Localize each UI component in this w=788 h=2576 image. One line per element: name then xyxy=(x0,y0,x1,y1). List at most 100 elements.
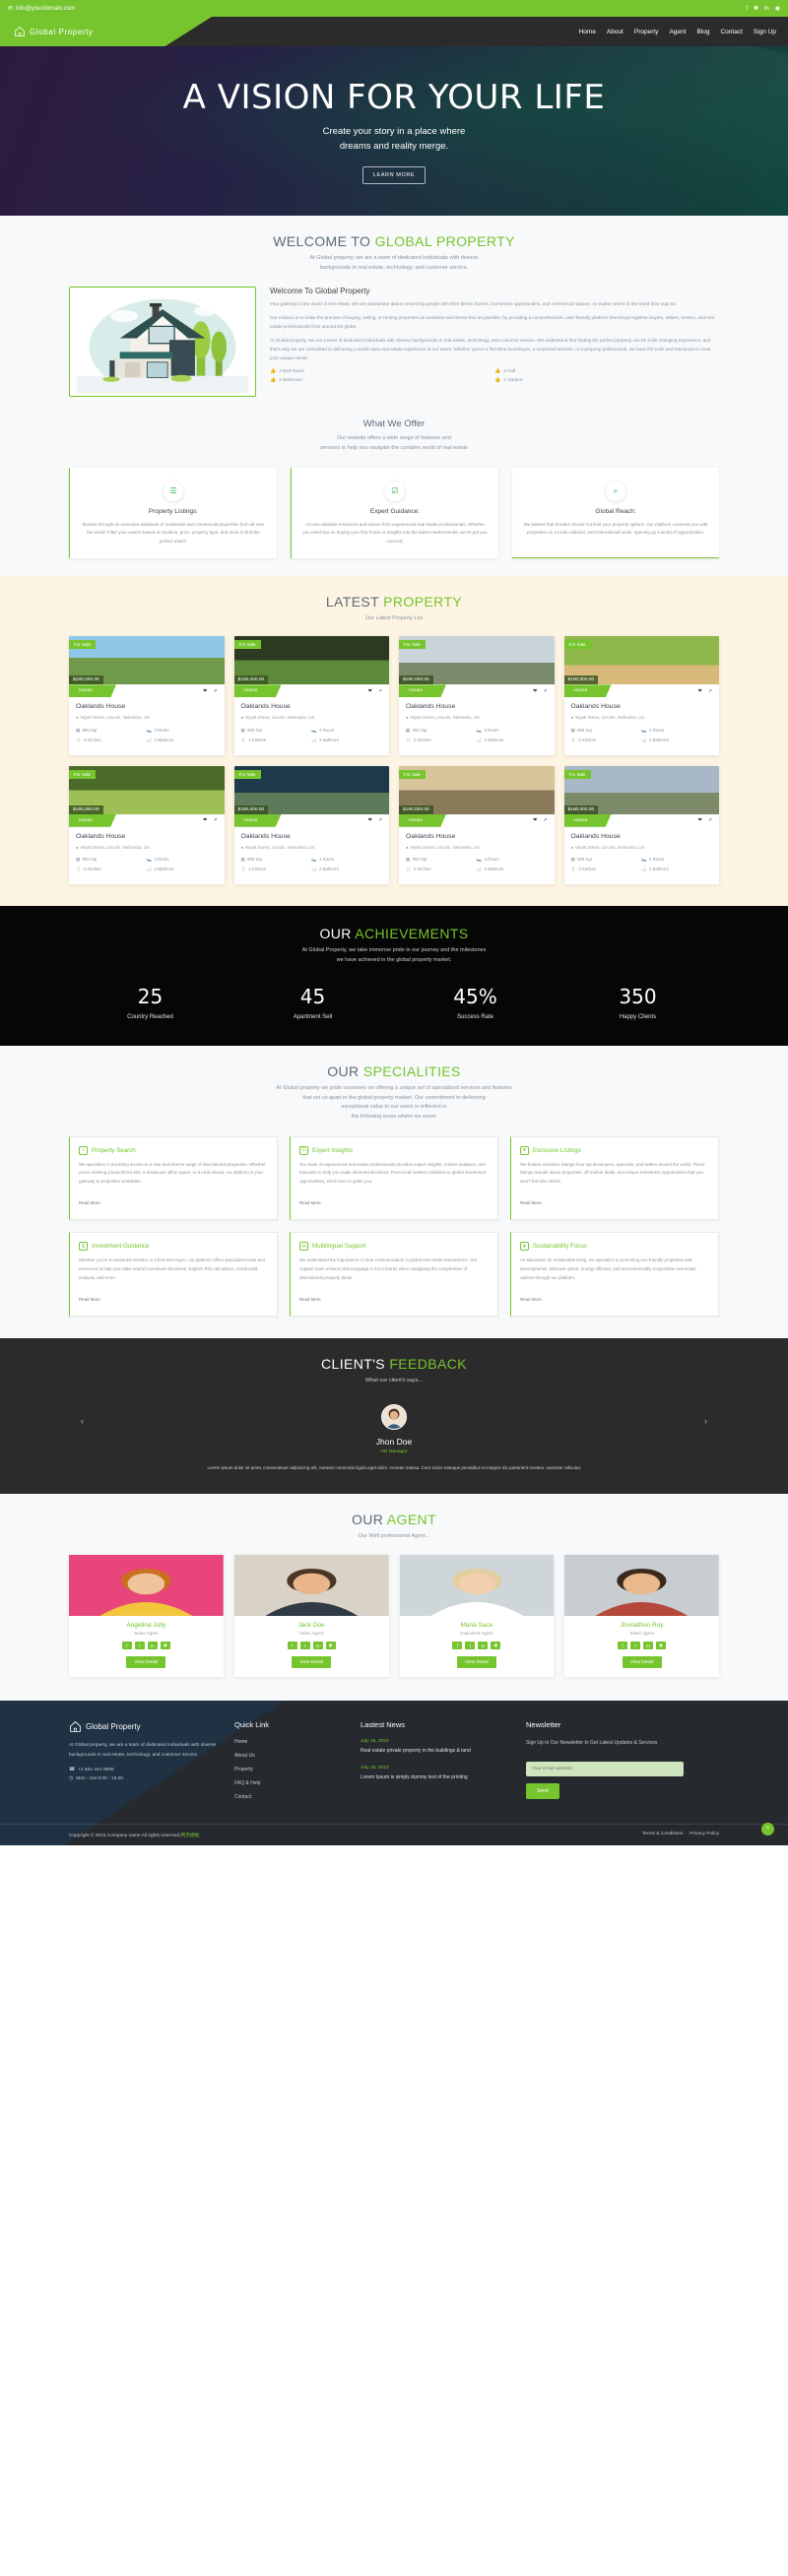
learn-more-button[interactable]: LEARN MORE xyxy=(361,166,427,185)
footer-link-contact[interactable]: Contact xyxy=(234,1794,343,1800)
nav-item-blog[interactable]: Blog xyxy=(696,29,709,35)
footer-link-home[interactable]: Home xyxy=(234,1739,343,1745)
property-card[interactable]: For Sale $180,000.00 House ❤ ↗ Oaklands House… xyxy=(399,636,555,755)
heart-icon[interactable]: ❤ xyxy=(368,688,372,694)
property-type-badge: House xyxy=(233,684,282,698)
linkedin-icon[interactable]: in xyxy=(312,1642,323,1650)
read-more-link[interactable]: Read More. xyxy=(299,1200,322,1205)
expand-icon[interactable]: ↗ xyxy=(213,817,217,823)
facebook-icon[interactable]: f xyxy=(618,1642,628,1650)
agent-card[interactable]: Angelina Jolly Sales Agent f t in ◉ View Detai… xyxy=(69,1555,224,1678)
footer-link-property[interactable]: Property xyxy=(234,1767,343,1772)
spec-kitchen: 🍴 2 Kitchen xyxy=(571,738,642,743)
spec-bathroom-text: 2 Bathrom xyxy=(154,738,174,743)
read-more-link[interactable]: Read More. xyxy=(520,1297,543,1302)
twitter-icon[interactable]: t xyxy=(630,1642,641,1650)
chevron-right-icon[interactable]: › xyxy=(704,1416,707,1426)
facebook-icon[interactable]: f xyxy=(452,1642,463,1650)
agent-card[interactable]: Jack Doe Sales Agent f t in ◉ View Detail xyxy=(233,1555,389,1678)
read-more-link[interactable]: Read More. xyxy=(79,1297,101,1302)
footer-link-faq-help[interactable]: FAQ & Help xyxy=(234,1780,343,1786)
offer-card-property-listings[interactable]: ☰ Property Listings: Browse through an e… xyxy=(69,467,277,558)
home-logo-icon xyxy=(70,1721,81,1733)
instagram-icon[interactable]: ◉ xyxy=(160,1642,170,1650)
expand-icon[interactable]: ↗ xyxy=(708,688,712,694)
twitter-icon[interactable]: ✺ xyxy=(754,5,758,12)
linkedin-icon[interactable]: in xyxy=(147,1642,158,1650)
nav-item-signup[interactable]: Sign Up xyxy=(754,29,776,35)
speciality-card[interactable]: ❦ Sustainability Focus As advocates for su… xyxy=(510,1232,719,1318)
twitter-icon[interactable]: t xyxy=(134,1642,145,1650)
view-detail-button[interactable]: View Detail xyxy=(292,1656,332,1669)
privacy-link[interactable]: Privacy Policy xyxy=(690,1832,719,1836)
property-card[interactable]: For Sale $180,000.00 House ❤ ↗ Oaklands House… xyxy=(69,765,225,884)
offer-card-expert-guidance[interactable]: ☑ Expert Guidance: Access valuable resou… xyxy=(291,467,498,558)
nav-item-agent[interactable]: Agent xyxy=(669,29,686,35)
heart-icon[interactable]: ❤ xyxy=(698,817,702,823)
specialities-sub-line3: exceptional value to our users is reflec… xyxy=(341,1104,447,1111)
property-card[interactable]: For Sale $180,000.00 House ❤ ↗ Oaklands House… xyxy=(69,636,225,755)
heart-icon[interactable]: ❤ xyxy=(698,688,702,694)
instagram-icon[interactable]: ◉ xyxy=(775,5,780,12)
footer-link-about-us[interactable]: About Us xyxy=(234,1753,343,1759)
view-detail-button[interactable]: View Detail xyxy=(126,1656,166,1669)
nav-item-home[interactable]: Home xyxy=(579,29,596,35)
specialities-row-1: ⌕ Property Search We specialize in providi… xyxy=(69,1135,719,1221)
newsletter-email-input[interactable] xyxy=(526,1761,684,1776)
facebook-icon[interactable]: f xyxy=(746,6,748,12)
speciality-card[interactable]: ⌕ Property Search We specialize in providi… xyxy=(69,1135,278,1221)
footer-logo[interactable]: Global Property xyxy=(69,1720,217,1733)
heart-icon[interactable]: ❤ xyxy=(203,817,207,823)
top-bar-email[interactable]: ✉ info@yourdomain.com xyxy=(8,5,75,13)
offer-card-global-reach[interactable]: ⌕ Global Reach: We believe that borders … xyxy=(512,467,719,558)
view-detail-button[interactable]: View Detail xyxy=(622,1656,662,1669)
instagram-icon[interactable]: ◉ xyxy=(491,1642,501,1650)
facebook-icon[interactable]: f xyxy=(121,1642,132,1650)
expand-icon[interactable]: ↗ xyxy=(213,688,217,694)
instagram-icon[interactable]: ◉ xyxy=(656,1642,667,1650)
linkedin-icon[interactable]: in xyxy=(478,1642,489,1650)
expand-icon[interactable]: ↗ xyxy=(543,817,547,823)
chevron-left-icon[interactable]: ‹ xyxy=(81,1416,84,1426)
agent-card[interactable]: Maria Sace Executive Agent f t in ◉ View Detai… xyxy=(399,1555,555,1678)
facebook-icon[interactable]: f xyxy=(287,1642,297,1650)
heart-icon[interactable]: ❤ xyxy=(533,688,537,694)
bed-icon: 🛌 xyxy=(641,727,647,733)
nav-item-property[interactable]: Property xyxy=(634,29,659,35)
heart-icon[interactable]: ❤ xyxy=(533,817,537,823)
expand-icon[interactable]: ↗ xyxy=(543,688,547,694)
terms-link[interactable]: Terms & Conditions xyxy=(642,1832,684,1836)
site-logo[interactable]: Global Property xyxy=(14,17,94,46)
expand-icon[interactable]: ↗ xyxy=(378,688,382,694)
heart-icon[interactable]: ❤ xyxy=(368,817,372,823)
newsletter-send-button[interactable]: Send xyxy=(526,1782,559,1799)
expand-icon[interactable]: ↗ xyxy=(708,817,712,823)
read-more-link[interactable]: Read More. xyxy=(520,1200,543,1205)
read-more-link[interactable]: Read More. xyxy=(79,1200,101,1205)
speciality-card[interactable]: $ Investment Guidance Whether you're a sea… xyxy=(69,1232,278,1318)
read-more-link[interactable]: Read More. xyxy=(299,1297,322,1302)
speciality-card[interactable]: ★ Exclusive Listings We feature exclusive … xyxy=(510,1135,719,1221)
footer-news-item-2[interactable]: July 28, 2023 Lorem Ipsum is simply dumm… xyxy=(361,1766,508,1782)
heart-icon[interactable]: ❤ xyxy=(203,688,207,694)
property-card[interactable]: For Sale $180,000.00 House ❤ ↗ Oaklands House… xyxy=(563,636,719,755)
linkedin-icon[interactable]: in xyxy=(764,6,769,12)
property-card[interactable]: For Sale $180,000.00 House ❤ ↗ Oaklands House… xyxy=(563,765,719,884)
bath-icon: 🛁 xyxy=(476,866,483,871)
twitter-icon[interactable]: t xyxy=(299,1642,310,1650)
property-card[interactable]: For Sale $180,000.00 House ❤ ↗ Oaklands House… xyxy=(233,636,389,755)
phone-icon: ☎ xyxy=(69,1767,75,1772)
speciality-card[interactable]: ✉ Multilingual Support We understand the i… xyxy=(290,1232,498,1318)
speciality-card[interactable]: ☑ Expert Insights Our team of experienced … xyxy=(290,1135,498,1221)
twitter-icon[interactable]: t xyxy=(465,1642,476,1650)
view-detail-button[interactable]: View Detail xyxy=(456,1656,496,1669)
nav-item-contact[interactable]: Contact xyxy=(720,29,742,35)
expand-icon[interactable]: ↗ xyxy=(378,817,382,823)
linkedin-icon[interactable]: in xyxy=(643,1642,654,1650)
property-card[interactable]: For Sale $180,000.00 House ❤ ↗ Oaklands House… xyxy=(399,765,555,884)
agent-card[interactable]: Jhonathon Roy Sales Agent f t in ◉ View Detail xyxy=(564,1555,719,1678)
property-card[interactable]: For Sale $180,000.00 House ❤ ↗ Oaklands House… xyxy=(233,765,389,884)
nav-item-about[interactable]: About xyxy=(607,29,624,35)
footer-news-item-1[interactable]: July 18, 2023 Real estate private proper… xyxy=(361,1739,508,1756)
instagram-icon[interactable]: ◉ xyxy=(325,1642,336,1650)
